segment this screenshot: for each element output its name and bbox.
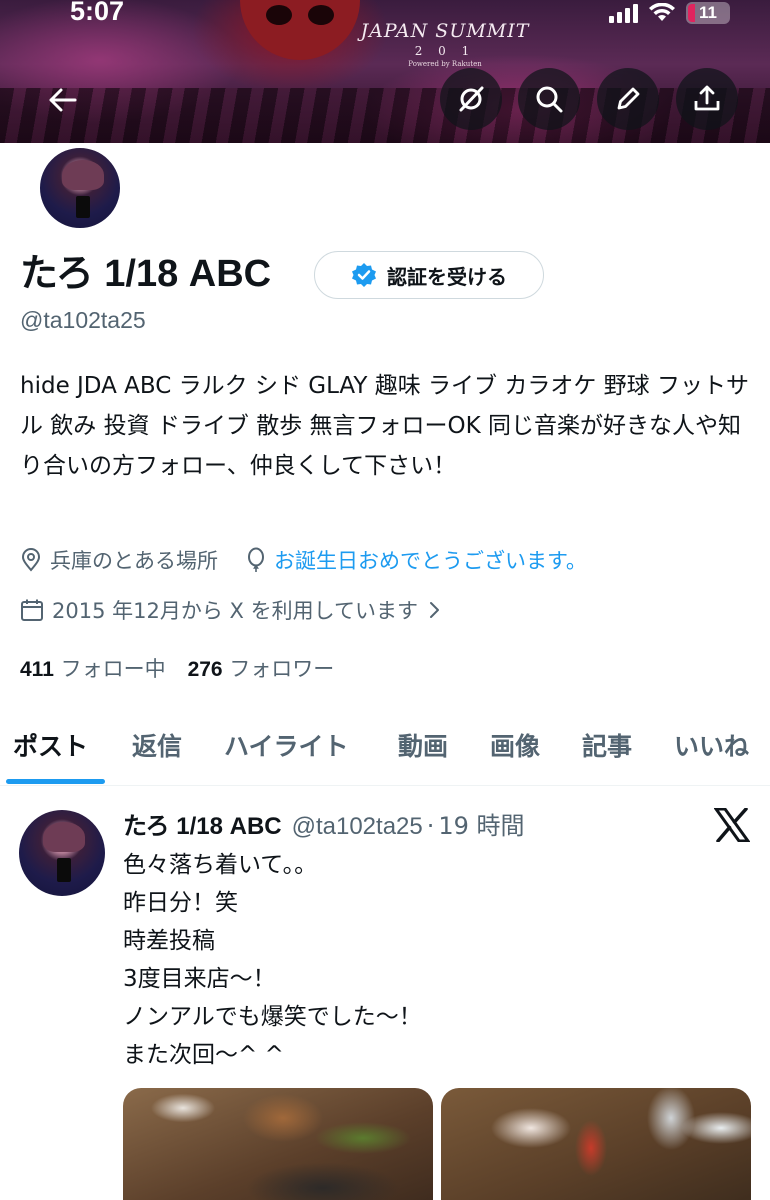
pencil-icon [617, 87, 640, 110]
tab-replies[interactable]: 返信 [132, 727, 182, 763]
post-header: たろ 1/18 ABC @ta102ta25 · 19 時間 [123, 806, 525, 841]
battery-icon: 11 [686, 2, 730, 24]
post-photo-2[interactable] [441, 1088, 751, 1200]
battery-level: 11 [699, 3, 717, 22]
tab-videos[interactable]: 動画 [398, 727, 448, 763]
followers-count: 276 [187, 658, 223, 681]
arrow-left-icon [49, 88, 77, 112]
post-author-name[interactable]: たろ 1/18 ABC [123, 806, 282, 841]
banner-event-logo: JAPAN SUMMIT 2 0 1 Powered by Rakuten [360, 20, 530, 68]
get-verified-button[interactable]: 認証を受ける [314, 251, 544, 299]
verified-badge-icon [352, 263, 376, 287]
tab-articles[interactable]: 記事 [582, 727, 632, 763]
balloon-icon [246, 547, 266, 573]
location-pin-icon [20, 548, 42, 572]
followers-link[interactable]: 276 フォロワー [188, 653, 335, 683]
get-verified-label: 認証を受ける [387, 264, 507, 289]
status-indicators: 11 [609, 0, 730, 26]
profile-joined-date: 2015 年12月から X を利用しています [52, 599, 418, 623]
following-link[interactable]: 411 フォロー中 [20, 653, 166, 683]
chevron-right-icon [428, 601, 440, 619]
post-author-handle[interactable]: @ta102ta25 [292, 813, 423, 841]
banner-skull-graphic [240, 0, 360, 60]
post-text-line: 昨日分！笑 [123, 890, 238, 916]
post-author-avatar[interactable] [19, 810, 105, 896]
profile-handle: @ta102ta25 [20, 307, 146, 333]
tab-highlights[interactable]: ハイライト [224, 727, 349, 763]
calendar-icon [20, 598, 44, 622]
post-text-line: 色々落ち着いて。。 [123, 852, 318, 878]
post-text-line: ノンアルでも爆笑でした〜！ [123, 1004, 422, 1030]
following-count: 411 [20, 658, 54, 681]
share-icon [694, 85, 720, 111]
post-text-line: また次回〜^ ^ [123, 1042, 284, 1068]
profile-avatar[interactable] [37, 145, 123, 231]
banner-logo-year: 2 0 1 [414, 44, 476, 58]
tab-posts[interactable]: ポスト [13, 727, 88, 763]
search-button[interactable] [518, 68, 580, 130]
post-text-line: 3度目来店〜！ [123, 966, 276, 992]
profile-display-name: たろ 1/18 ABC [20, 253, 272, 295]
active-tab-indicator [6, 779, 105, 784]
profile-meta-location-birthday: 兵庫のとある場所 お誕生日おめでとうございます。 [20, 545, 587, 575]
profile-follow-stats: 411 フォロー中 276 フォロワー [20, 653, 334, 683]
wifi-icon [648, 3, 676, 23]
profile-tabs: ポスト 返信 ハイライト 動画 画像 記事 いいね [0, 712, 770, 786]
grok-button[interactable] [440, 68, 502, 130]
x-logo-icon [713, 807, 751, 846]
post-text: 色々落ち着いて。。 昨日分！笑 時差投稿 3度目来店〜！ ノンアルでも爆笑でした… [123, 846, 743, 1074]
edit-button[interactable] [597, 68, 659, 130]
profile-bio: hide JDA ABC ラルク シド GLAY 趣味 ライブ カラオケ 野球 … [20, 373, 749, 479]
followers-label: フォロワー [229, 657, 335, 681]
post-timestamp[interactable]: 19 時間 [438, 806, 524, 841]
birthday-link[interactable]: お誕生日おめでとうございます。 [274, 545, 587, 575]
status-time: 5:07 [70, 0, 125, 26]
tab-photos[interactable]: 画像 [490, 727, 540, 763]
banner-logo-powered: Powered by Rakuten [408, 60, 482, 68]
back-button[interactable] [36, 76, 90, 124]
post-text-line: 時差投稿 [123, 928, 215, 954]
share-button[interactable] [676, 68, 738, 130]
banner-logo-title: JAPAN SUMMIT [360, 20, 530, 42]
post-meta-separator: · [426, 812, 435, 840]
tab-likes[interactable]: いいね [674, 727, 749, 763]
post-photo-1[interactable] [123, 1088, 433, 1200]
grok-icon [459, 86, 484, 112]
following-label: フォロー中 [60, 657, 166, 681]
profile-location: 兵庫のとある場所 [50, 549, 218, 573]
cellular-signal-icon [609, 3, 638, 23]
search-icon [536, 86, 563, 113]
profile-joined-row[interactable]: 2015 年12月から X を利用しています [20, 595, 448, 625]
